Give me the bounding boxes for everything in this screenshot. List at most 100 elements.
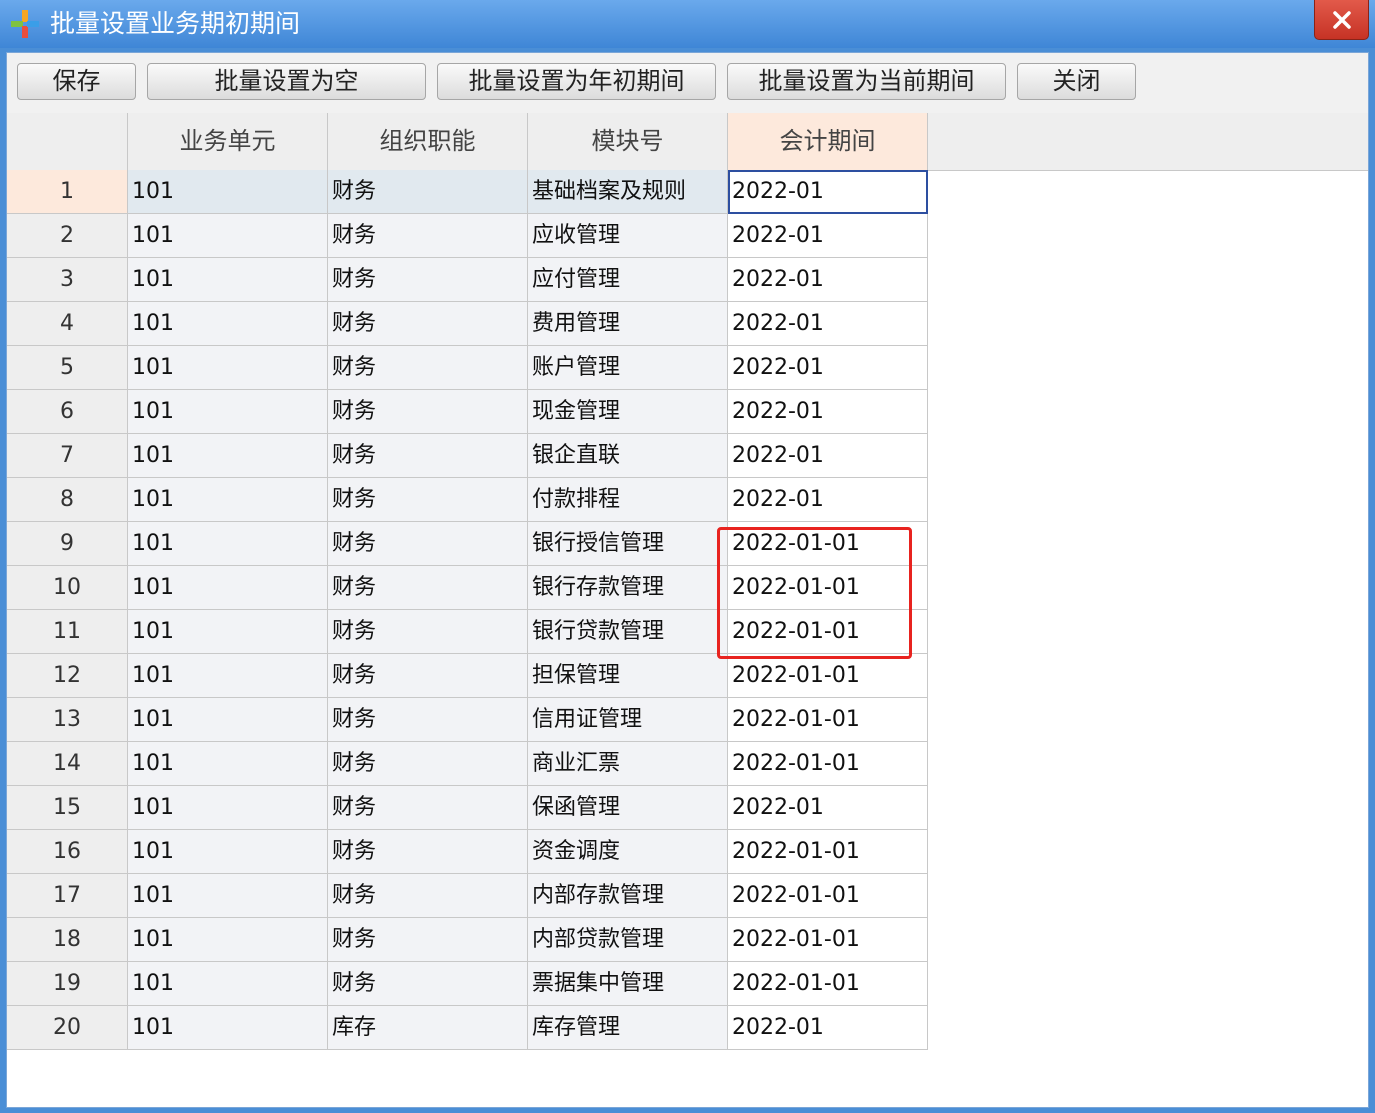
table-row[interactable]: 16 101 财务 资金调度 2022-01-01: [7, 830, 928, 874]
business-unit-cell: 101: [128, 698, 328, 742]
table-row[interactable]: 19 101 财务 票据集中管理 2022-01-01: [7, 962, 928, 1006]
accounting-period-cell[interactable]: 2022-01: [728, 1006, 928, 1050]
set-empty-button[interactable]: 批量设置为空: [147, 63, 426, 100]
dialog-client-area: 保存 批量设置为空 批量设置为年初期间 批量设置为当前期间 关闭 业务单元 组织…: [6, 52, 1369, 1108]
business-unit-cell: 101: [128, 434, 328, 478]
set-year-start-button[interactable]: 批量设置为年初期间: [437, 63, 716, 100]
accounting-period-cell[interactable]: 2022-01: [728, 434, 928, 478]
table-row[interactable]: 17 101 财务 内部存款管理 2022-01-01: [7, 874, 928, 918]
accounting-period-cell[interactable]: 2022-01: [728, 478, 928, 522]
table-row[interactable]: 7 101 财务 银企直联 2022-01: [7, 434, 928, 478]
row-number-cell: 18: [7, 918, 128, 962]
org-function-cell: 财务: [328, 522, 528, 566]
accounting-period-cell[interactable]: 2022-01: [728, 346, 928, 390]
business-unit-cell: 101: [128, 346, 328, 390]
business-unit-cell: 101: [128, 654, 328, 698]
org-function-cell: 财务: [328, 654, 528, 698]
window-title: 批量设置业务期初期间: [50, 9, 301, 38]
business-unit-cell: 101: [128, 874, 328, 918]
org-function-cell: 财务: [328, 434, 528, 478]
accounting-period-cell[interactable]: 2022-01: [728, 214, 928, 258]
table-row[interactable]: 13 101 财务 信用证管理 2022-01-01: [7, 698, 928, 742]
module-cell: 商业汇票: [528, 742, 728, 786]
org-function-cell: 财务: [328, 918, 528, 962]
accounting-period-cell[interactable]: 2022-01: [728, 302, 928, 346]
business-unit-cell: 101: [128, 302, 328, 346]
org-function-cell: 库存: [328, 1006, 528, 1050]
table-row[interactable]: 5 101 财务 账户管理 2022-01: [7, 346, 928, 390]
table-row[interactable]: 12 101 财务 担保管理 2022-01-01: [7, 654, 928, 698]
row-number-cell: 20: [7, 1006, 128, 1050]
dialog-window: 批量设置业务期初期间 保存 批量设置为空 批量设置为年初期间 批量设置为当前期间…: [0, 0, 1375, 1113]
table-row[interactable]: 6 101 财务 现金管理 2022-01: [7, 390, 928, 434]
org-function-cell: 财务: [328, 170, 528, 214]
row-number-cell: 7: [7, 434, 128, 478]
business-unit-cell: 101: [128, 258, 328, 302]
period-grid: 业务单元 组织职能 模块号 会计期间 1 101 财务 基础档案及规则 2022-01 2…: [7, 113, 1368, 1107]
org-function-cell: 财务: [328, 962, 528, 1006]
module-cell: 内部贷款管理: [528, 918, 728, 962]
module-cell: 付款排程: [528, 478, 728, 522]
module-cell: 票据集中管理: [528, 962, 728, 1006]
save-button[interactable]: 保存: [17, 63, 136, 100]
row-number-cell: 14: [7, 742, 128, 786]
header-module[interactable]: 模块号: [528, 113, 728, 170]
business-unit-cell: 101: [128, 962, 328, 1006]
row-number-cell: 9: [7, 522, 128, 566]
annotation-highlight-box: [717, 527, 912, 659]
row-number-cell: 15: [7, 786, 128, 830]
table-row[interactable]: 4 101 财务 费用管理 2022-01: [7, 302, 928, 346]
table-row[interactable]: 8 101 财务 付款排程 2022-01: [7, 478, 928, 522]
business-unit-cell: 101: [128, 742, 328, 786]
business-unit-cell: 101: [128, 1006, 328, 1050]
row-number-cell: 12: [7, 654, 128, 698]
accounting-period-cell[interactable]: 2022-01: [728, 786, 928, 830]
module-cell: 账户管理: [528, 346, 728, 390]
accounting-period-cell[interactable]: 2022-01: [728, 170, 928, 214]
org-function-cell: 财务: [328, 302, 528, 346]
org-function-cell: 财务: [328, 258, 528, 302]
header-accounting-period[interactable]: 会计期间: [728, 113, 928, 170]
row-number-cell: 5: [7, 346, 128, 390]
accounting-period-cell[interactable]: 2022-01-01: [728, 742, 928, 786]
toolbar: 保存 批量设置为空 批量设置为年初期间 批量设置为当前期间 关闭: [7, 53, 1368, 114]
business-unit-cell: 101: [128, 830, 328, 874]
module-cell: 基础档案及规则: [528, 170, 728, 214]
org-function-cell: 财务: [328, 478, 528, 522]
org-function-cell: 财务: [328, 214, 528, 258]
row-number-cell: 16: [7, 830, 128, 874]
module-cell: 应收管理: [528, 214, 728, 258]
business-unit-cell: 101: [128, 786, 328, 830]
accounting-period-cell[interactable]: 2022-01-01: [728, 654, 928, 698]
accounting-period-cell[interactable]: 2022-01-01: [728, 698, 928, 742]
module-cell: 银行存款管理: [528, 566, 728, 610]
table-row[interactable]: 15 101 财务 保函管理 2022-01: [7, 786, 928, 830]
org-function-cell: 财务: [328, 390, 528, 434]
module-cell: 内部存款管理: [528, 874, 728, 918]
table-row[interactable]: 3 101 财务 应付管理 2022-01: [7, 258, 928, 302]
module-cell: 保函管理: [528, 786, 728, 830]
accounting-period-cell[interactable]: 2022-01-01: [728, 918, 928, 962]
org-function-cell: 财务: [328, 742, 528, 786]
table-row[interactable]: 20 101 库存 库存管理 2022-01: [7, 1006, 928, 1050]
app-logo-icon: [11, 10, 39, 38]
business-unit-cell: 101: [128, 478, 328, 522]
close-window-button[interactable]: [1314, 0, 1369, 40]
accounting-period-cell[interactable]: 2022-01-01: [728, 962, 928, 1006]
accounting-period-cell[interactable]: 2022-01-01: [728, 830, 928, 874]
close-button[interactable]: 关闭: [1017, 63, 1136, 100]
header-org-function[interactable]: 组织职能: [328, 113, 528, 170]
accounting-period-cell[interactable]: 2022-01: [728, 258, 928, 302]
header-business-unit[interactable]: 业务单元: [128, 113, 328, 170]
accounting-period-cell[interactable]: 2022-01-01: [728, 874, 928, 918]
title-bar[interactable]: 批量设置业务期初期间: [0, 0, 1375, 48]
accounting-period-cell[interactable]: 2022-01: [728, 390, 928, 434]
table-row[interactable]: 14 101 财务 商业汇票 2022-01-01: [7, 742, 928, 786]
module-cell: 银企直联: [528, 434, 728, 478]
header-rownum: [7, 113, 128, 170]
table-row[interactable]: 18 101 财务 内部贷款管理 2022-01-01: [7, 918, 928, 962]
set-current-period-button[interactable]: 批量设置为当前期间: [727, 63, 1006, 100]
business-unit-cell: 101: [128, 214, 328, 258]
table-row[interactable]: 1 101 财务 基础档案及规则 2022-01: [7, 170, 928, 214]
table-row[interactable]: 2 101 财务 应收管理 2022-01: [7, 214, 928, 258]
